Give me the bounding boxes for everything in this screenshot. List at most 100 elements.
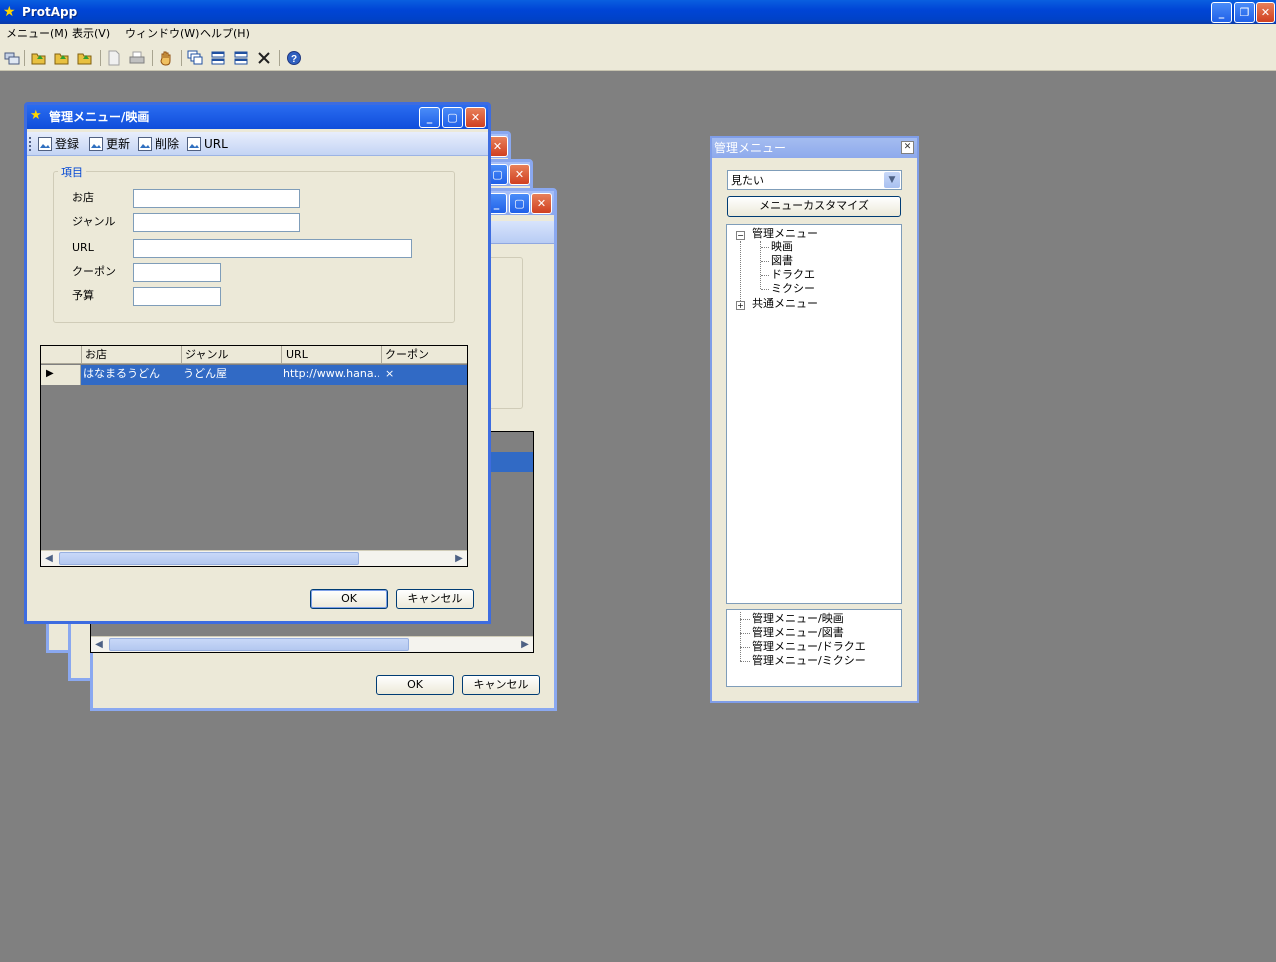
cell-url: http://www.hana... <box>283 367 379 380</box>
toolbar-separator <box>152 50 153 66</box>
tile-vertical-icon[interactable] <box>233 50 249 66</box>
url-label: URL <box>204 137 228 151</box>
tree-line <box>761 275 769 276</box>
panel-title: 管理メニュー <box>714 141 787 155</box>
url-input[interactable] <box>133 239 412 258</box>
folder-open-icon[interactable] <box>77 50 93 66</box>
movie-window[interactable]: ★ 管理メニュー/映画 _ ▢ ✕ 登録 更新 削除 URL 項目 お店 ジャン… <box>24 102 491 624</box>
window-maximize-button[interactable]: ▢ <box>442 107 463 128</box>
main-toolbar: ? <box>0 45 1276 71</box>
menu-menu[interactable]: メニュー(M) <box>6 27 68 41</box>
tree-node-common-menu[interactable]: 共通メニュー <box>752 297 818 311</box>
panel-titlebar: 管理メニュー ✕ <box>712 138 917 158</box>
toolbar-separator <box>100 50 101 66</box>
window-close-button[interactable]: ✕ <box>465 107 486 128</box>
image-icon <box>187 137 201 151</box>
table-row[interactable]: はなまるうどん うどん屋 http://www.hana... × <box>41 365 467 385</box>
help-icon[interactable]: ? <box>286 50 302 66</box>
toolbar-separator <box>181 50 182 66</box>
scroll-right-icon[interactable]: ▶ <box>517 637 533 652</box>
menu-help[interactable]: ヘルプ(H) <box>200 27 250 41</box>
restore-button[interactable]: ❐ <box>1234 2 1255 23</box>
folder-open-icon[interactable] <box>54 50 70 66</box>
window-maximize-button[interactable]: ▢ <box>509 193 530 214</box>
menu-window[interactable]: ウィンドウ(W) <box>125 27 199 41</box>
toolbar-separator <box>279 50 280 66</box>
genre-input[interactable] <box>133 213 300 232</box>
image-icon <box>89 137 103 151</box>
panel-close-icon[interactable]: ✕ <box>901 141 914 154</box>
tree-node-admin-menu[interactable]: 管理メニュー <box>752 227 818 241</box>
scroll-thumb[interactable] <box>109 638 409 651</box>
collapse-icon[interactable]: − <box>736 231 745 240</box>
open-window-movie[interactable]: 管理メニュー/映画 <box>752 612 844 626</box>
scroll-left-icon[interactable]: ◀ <box>91 637 107 652</box>
dropdown-value: 見たい <box>731 174 764 187</box>
cell-shop: はなまるうどん <box>83 367 160 380</box>
toolbar-separator <box>24 50 25 66</box>
horizontal-scrollbar[interactable]: ◀ ▶ <box>91 636 533 652</box>
tree-node-dragon-quest[interactable]: ドラクエ <box>771 268 815 282</box>
data-grid[interactable]: お店 ジャンル URL クーポン はなまるうどん うどん屋 http://www… <box>40 345 468 567</box>
budget-input[interactable] <box>133 287 221 306</box>
open-window-books[interactable]: 管理メニュー/図書 <box>752 626 844 640</box>
document-icon[interactable] <box>106 50 122 66</box>
menu-view[interactable]: 表示(V) <box>72 27 110 41</box>
cell-genre: うどん屋 <box>183 367 227 380</box>
app-titlebar: ★ ProtApp _ ❐ ✕ <box>0 0 1276 24</box>
app-title: ProtApp <box>22 5 78 19</box>
tree-line <box>761 247 769 248</box>
window-minimize-button[interactable]: _ <box>419 107 440 128</box>
column-header-url[interactable]: URL <box>286 348 308 362</box>
row-header[interactable]: ▶ <box>41 365 81 385</box>
url-field-label: URL <box>72 241 94 254</box>
cancel-button[interactable]: キャンセル <box>396 589 474 609</box>
scroll-thumb[interactable] <box>59 552 359 565</box>
shop-label: お店 <box>72 191 94 204</box>
folder-open-icon[interactable] <box>31 50 47 66</box>
open-windows-list[interactable]: 管理メニュー/映画 管理メニュー/図書 管理メニュー/ドラクエ 管理メニュー/ミ… <box>726 609 902 687</box>
toolbar-grip <box>29 137 31 151</box>
ok-button[interactable]: OK <box>376 675 454 695</box>
shop-input[interactable] <box>133 189 300 208</box>
tree-node-movie[interactable]: 映画 <box>771 240 793 254</box>
close-icon[interactable] <box>256 50 272 66</box>
scroll-right-icon[interactable]: ▶ <box>451 551 467 566</box>
column-separator <box>181 346 182 364</box>
chevron-down-icon[interactable]: ▼ <box>884 172 900 188</box>
tree-line <box>740 633 750 634</box>
ok-button[interactable]: OK <box>310 589 388 609</box>
minimize-button[interactable]: _ <box>1211 2 1232 23</box>
close-button[interactable]: ✕ <box>1256 2 1275 23</box>
print-icon[interactable] <box>129 50 145 66</box>
horizontal-scrollbar[interactable]: ◀ ▶ <box>41 550 467 566</box>
genre-label: ジャンル <box>72 215 116 228</box>
coupon-input[interactable] <box>133 263 221 282</box>
menubar: メニュー(M) 表示(V) ウィンドウ(W) ヘルプ(H) <box>0 24 1276 45</box>
tile-horizontal-icon[interactable] <box>210 50 226 66</box>
open-window-dragon-quest[interactable]: 管理メニュー/ドラクエ <box>752 640 866 654</box>
tree-line <box>740 647 750 648</box>
window-close-button[interactable]: ✕ <box>509 164 530 185</box>
expand-icon[interactable]: + <box>736 301 745 310</box>
menu-customize-button[interactable]: メニューカスタマイズ <box>727 196 901 217</box>
column-header-shop[interactable]: お店 <box>85 348 107 362</box>
column-header-coupon[interactable]: クーポン <box>385 348 429 362</box>
menu-tree[interactable]: − 管理メニュー 映画 図書 ドラクエ ミクシー + 共通メニュー <box>726 224 902 604</box>
delete-label: 削除 <box>155 137 180 151</box>
tile-icon[interactable] <box>4 50 20 66</box>
tree-node-books[interactable]: 図書 <box>771 254 793 268</box>
tree-line <box>761 261 769 262</box>
svg-text:?: ? <box>291 54 297 65</box>
column-header-genre[interactable]: ジャンル <box>185 348 228 362</box>
hand-icon[interactable] <box>158 50 174 66</box>
window-close-button[interactable]: ✕ <box>531 193 552 214</box>
column-separator <box>281 346 282 364</box>
tree-line <box>740 619 750 620</box>
tree-node-mixi[interactable]: ミクシー <box>771 282 815 296</box>
cascade-icon[interactable] <box>187 50 203 66</box>
view-dropdown[interactable]: 見たい ▼ <box>727 170 902 190</box>
scroll-left-icon[interactable]: ◀ <box>41 551 57 566</box>
open-window-mixi[interactable]: 管理メニュー/ミクシー <box>752 654 866 668</box>
cancel-button[interactable]: キャンセル <box>462 675 540 695</box>
